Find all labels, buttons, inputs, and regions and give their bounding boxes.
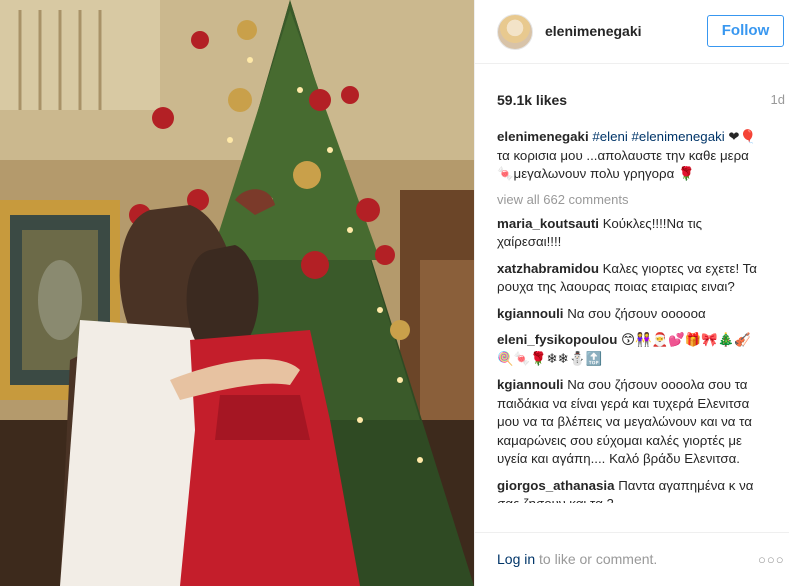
comment-item: giorgos_athanasia Παντα αγαπημένα κ να σ… [497, 477, 765, 503]
follow-button[interactable]: Follow [707, 15, 784, 47]
more-options-icon[interactable]: ○○○ [758, 552, 785, 567]
comment-username[interactable]: kgiannouli [497, 306, 564, 321]
comment-item: kgiannouli Να σου ζήσουν οοοολα σου τα π… [497, 376, 765, 469]
comment-username[interactable]: xatzhabramidou [497, 261, 599, 276]
comments-list: elenimenegaki #eleni #elenimenegaki ❤🎈τα… [497, 128, 765, 519]
avatar[interactable] [497, 14, 533, 50]
post-header: elenimenegaki Follow [475, 0, 789, 64]
comment-username[interactable]: kgiannouli [497, 377, 564, 392]
comment-item: xatzhabramidou Καλες γιορτες να εχετε! Τ… [497, 260, 765, 297]
login-prompt: Log in to like or comment. [497, 551, 657, 567]
comment-username[interactable]: maria_koutsauti [497, 216, 599, 231]
comment-item: kgiannouli Να σου ζήσουν οοοοοα [497, 305, 765, 324]
comment-text: Να σου ζήσουν οοοοοα [567, 305, 706, 321]
login-footer: Log in to like or comment. ○○○ [475, 532, 789, 586]
header-username[interactable]: elenimenegaki [545, 23, 642, 39]
caption-hashtags[interactable]: #eleni #elenimenegaki [592, 129, 724, 144]
comment-item: eleni_fysikopoulou 😙👭🎅💕🎁🎀🎄🎻🍭🍬🌹❄❄⛄🔝 [497, 331, 765, 368]
likes-count[interactable]: 59.1k likes [497, 92, 567, 108]
post-time-ago[interactable]: 1d [771, 92, 785, 107]
post-photo[interactable] [0, 0, 474, 586]
comment-username[interactable]: eleni_fysikopoulou [497, 332, 617, 347]
login-rest-text: to like or comment. [535, 551, 658, 567]
view-all-comments-link[interactable]: view all 662 comments [497, 192, 765, 207]
post-details-panel: elenimenegaki Follow 59.1k likes 1d elen… [474, 0, 789, 586]
comment-item: maria_koutsauti Κούκλες!!!!Να τις χαίρεσ… [497, 215, 765, 252]
caption-username[interactable]: elenimenegaki [497, 129, 589, 144]
caption: elenimenegaki #eleni #elenimenegaki ❤🎈τα… [497, 128, 765, 184]
likes-row: 59.1k likes 1d [497, 92, 785, 112]
christmas-photo-illustration [0, 0, 474, 586]
comment-username[interactable]: giorgos_athanasia [497, 478, 615, 493]
login-link[interactable]: Log in [497, 551, 535, 567]
